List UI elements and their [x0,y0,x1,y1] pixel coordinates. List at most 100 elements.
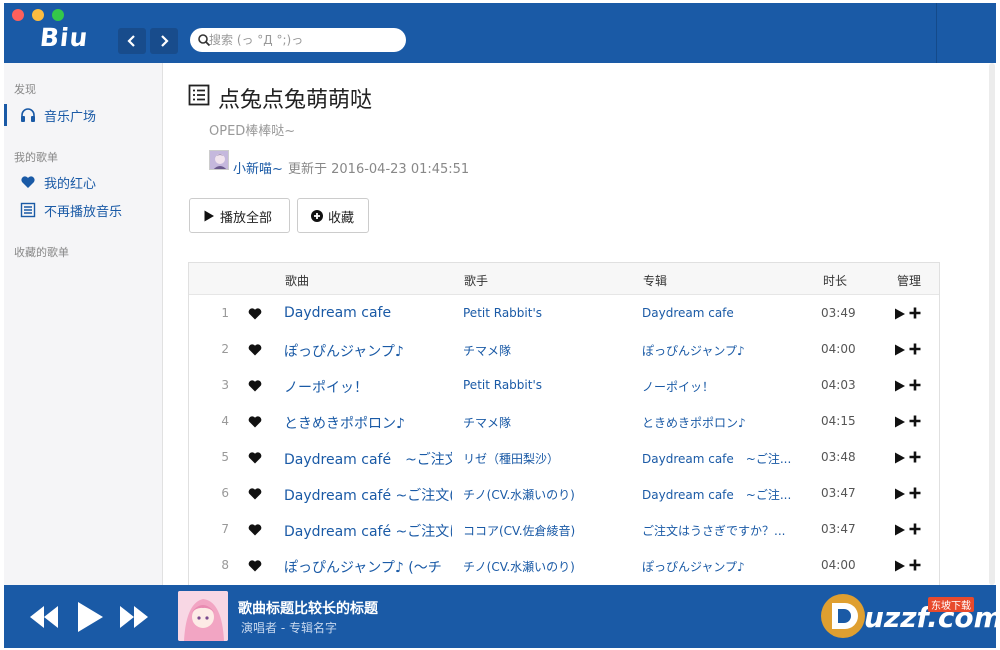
heart-icon[interactable] [248,307,262,320]
next-track-icon[interactable] [118,603,150,631]
track-index: 6 [221,486,229,500]
heart-icon[interactable] [248,523,262,536]
track-album[interactable]: Daydream cafe ~ご注... [642,486,802,503]
track-table: 歌曲 歌手 专辑 时长 管理 1 Daydream cafe Petit Rab… [188,262,940,585]
watermark-tag: 东坡下载 [928,597,974,612]
track-duration: 04:00 [821,558,856,572]
plus-icon[interactable] [909,559,921,571]
heart-icon [21,176,35,188]
now-playing-title: 歌曲标题比较长的标题 [238,601,378,617]
sidebar-item-my-heart[interactable]: 我的红心 [4,169,162,195]
play-icon[interactable] [894,416,906,428]
track-album[interactable]: ときめきポポロン♪ [642,414,802,431]
track-artist[interactable]: チノ(CV.水瀬いのり) [463,558,631,575]
track-title[interactable]: Daydream café ~ご注文は [284,521,452,541]
play-icon[interactable] [894,524,906,536]
watermark-d-icon [821,594,865,638]
track-artist[interactable]: リゼ（種田梨沙） [463,450,631,467]
track-artist[interactable]: Petit Rabbit's [463,378,631,392]
table-row[interactable]: 4 ときめきポポロン♪ チマメ隊 ときめきポポロン♪ 04:15 [189,404,939,440]
plus-icon[interactable] [909,307,921,319]
play-icon[interactable] [76,601,104,633]
column-header-artist[interactable]: 歌手 [464,272,488,289]
table-row[interactable]: 1 Daydream cafe Petit Rabbit's Daydream … [189,296,939,332]
scrollbar-thumb[interactable] [989,63,995,585]
plus-icon[interactable] [909,343,921,355]
table-row[interactable]: 8 ぽっぴんジャンプ♪ (～チ チノ(CV.水瀬いのり) ぽっぴんジャンプ♪ 0… [189,548,939,584]
avatar-image-icon [210,151,228,169]
player-bar: 歌曲标题比较长的标题 演唱者 - 专辑名字 uzzf.com 东坡下载 [4,585,1000,648]
avatar[interactable] [209,150,229,170]
app-logo: Biu [38,23,90,52]
maximize-window-button[interactable] [52,9,64,21]
minimize-window-button[interactable] [32,9,44,21]
table-row[interactable]: 2 ぽっぴんジャンプ♪ チマメ隊 ぽっぴんジャンプ♪ 04:00 [189,332,939,368]
track-album[interactable]: ご注文はうさぎですか？... [642,522,802,539]
sidebar-item-label: 不再播放音乐 [44,205,123,220]
sidebar: 发现 音乐广场 我的歌单 我的红心 不再播放音乐 收藏的歌单 [4,63,163,585]
heart-icon[interactable] [248,343,262,356]
table-row[interactable]: 5 Daydream café ~ご注文 リゼ（種田梨沙） Daydream c… [189,440,939,476]
scrollbar[interactable] [988,63,996,585]
track-album[interactable]: Daydream cafe [642,306,802,320]
play-icon[interactable] [894,380,906,392]
track-title[interactable]: ぽっぴんジャンプ♪ (～チ [284,557,452,577]
plus-icon[interactable] [909,487,921,499]
track-artist[interactable]: Petit Rabbit's [463,306,631,320]
column-header-manage: 管理 [897,274,922,288]
track-artist[interactable]: チマメ隊 [463,414,631,431]
plus-circle-icon [311,210,323,222]
track-index: 3 [221,378,229,392]
sidebar-item-no-play[interactable]: 不再播放音乐 [4,197,162,223]
column-header-song[interactable]: 歌曲 [285,272,309,289]
plus-icon[interactable] [909,415,921,427]
plus-icon[interactable] [909,451,921,463]
previous-track-icon[interactable] [28,603,60,631]
collect-button[interactable]: 收藏 [297,198,369,233]
track-title[interactable]: Daydream café ~ご注文( [284,485,452,505]
table-row[interactable]: 6 Daydream café ~ご注文( チノ(CV.水瀬いのり) Daydr… [189,476,939,512]
forward-button[interactable] [150,28,178,54]
play-icon[interactable] [894,452,906,464]
track-album[interactable]: ぽっぴんジャンプ♪ [642,558,802,575]
heart-icon[interactable] [248,559,262,572]
heart-icon[interactable] [248,451,262,464]
play-icon[interactable] [894,344,906,356]
search-input[interactable] [209,28,399,52]
heart-icon[interactable] [248,415,262,428]
heart-icon[interactable] [248,379,262,392]
track-album[interactable]: Daydream cafe ~ご注... [642,450,802,467]
play-icon[interactable] [894,488,906,500]
sidebar-item-music-square[interactable]: 音乐广场 [4,102,162,128]
track-album[interactable]: ノーポイッ！ [642,378,802,395]
table-row[interactable]: 3 ノーポイッ！ Petit Rabbit's ノーポイッ！ 04:03 [189,368,939,404]
track-title[interactable]: ときめきポポロン♪ [284,413,452,433]
track-duration: 03:47 [821,486,856,500]
heart-icon[interactable] [248,487,262,500]
track-title[interactable]: ぽっぴんジャンプ♪ [284,341,452,361]
table-row[interactable]: 7 Daydream café ~ご注文は ココア(CV.佐倉綾音) ご注文はう… [189,512,939,548]
track-index: 8 [221,558,229,572]
track-artist[interactable]: チノ(CV.水瀬いのり) [463,486,631,503]
creator-link[interactable]: 小新喵~ [233,158,283,177]
column-header-album[interactable]: 专辑 [643,272,667,289]
track-duration: 04:15 [821,414,856,428]
plus-icon[interactable] [909,523,921,535]
search-icon [198,34,211,47]
play-all-button[interactable]: 播放全部 [189,198,290,233]
track-index: 2 [221,342,229,356]
track-album[interactable]: ぽっぴんジャンプ♪ [642,342,802,359]
track-artist[interactable]: ココア(CV.佐倉綾音) [463,522,631,539]
album-cover[interactable] [178,591,228,641]
track-title[interactable]: Daydream café ~ご注文 [284,449,452,469]
track-index: 5 [221,450,229,464]
play-icon[interactable] [894,560,906,572]
back-button[interactable] [118,28,146,54]
play-icon[interactable] [894,308,906,320]
plus-icon[interactable] [909,379,921,391]
column-header-duration[interactable]: 时长 [823,272,847,289]
track-title[interactable]: Daydream cafe [284,305,452,321]
close-window-button[interactable] [12,9,24,21]
track-artist[interactable]: チマメ隊 [463,342,631,359]
track-title[interactable]: ノーポイッ！ [284,377,452,397]
